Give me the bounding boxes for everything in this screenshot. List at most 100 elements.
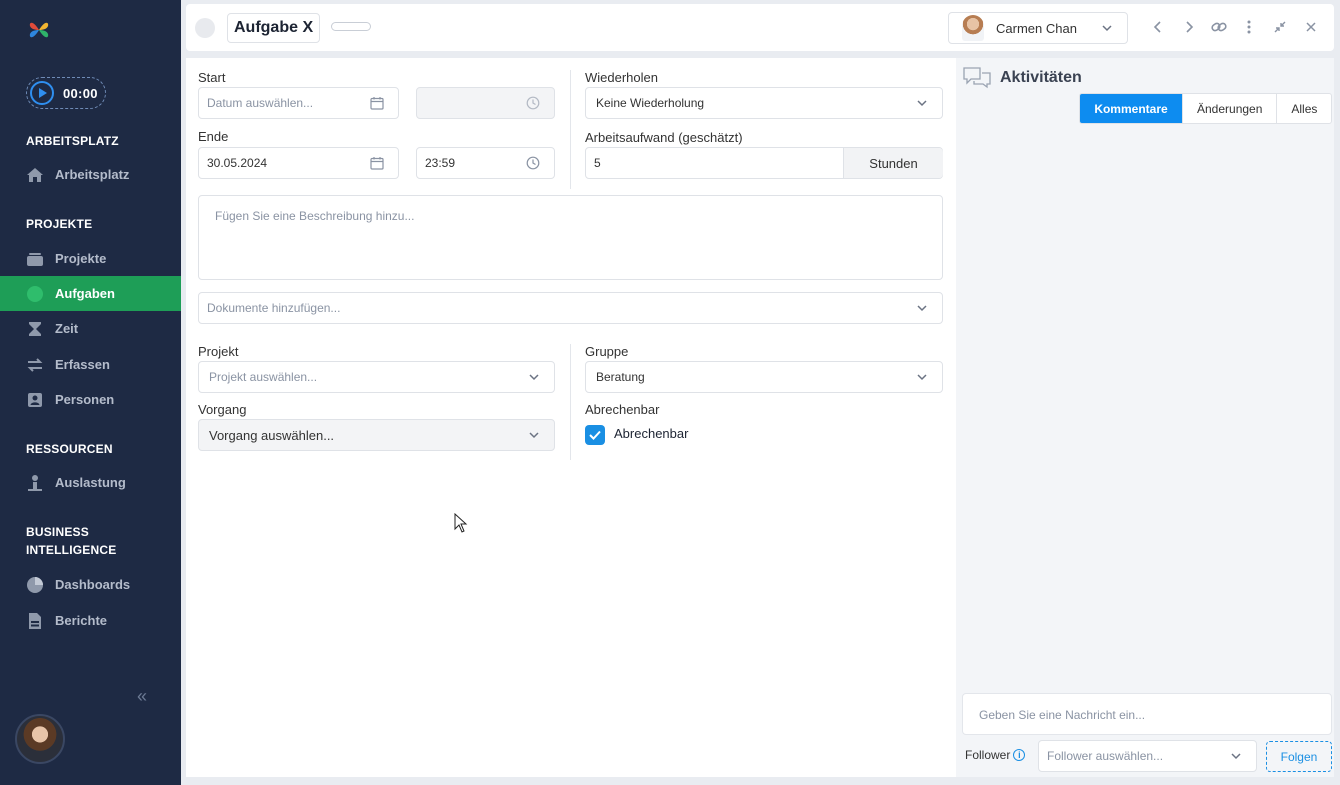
sidebar-item-auslastung[interactable]: Auslastung	[0, 465, 181, 500]
sidebar-item-label: Arbeitsplatz	[55, 167, 130, 182]
tasks-icon	[26, 285, 44, 303]
projects-icon	[26, 250, 44, 268]
group-value: Beratung	[596, 370, 645, 384]
sidebar-item-personen[interactable]: Personen	[0, 382, 181, 417]
follower-label: Follower	[965, 748, 1011, 762]
group-select[interactable]: Beratung	[585, 361, 943, 393]
previous-icon[interactable]	[1149, 18, 1167, 36]
effort-label: Arbeitsaufwand (geschätzt)	[585, 130, 743, 145]
process-select[interactable]: Vorgang auswählen...	[198, 419, 555, 451]
activity-tabs: Kommentare Änderungen Alles	[1079, 93, 1333, 124]
task-title-input[interactable]: Aufgabe X	[227, 13, 321, 43]
sidebar-item-arbeitsplatz[interactable]: Arbeitsplatz	[0, 157, 181, 192]
section-title-arbeitsplatz: ARBEITSPLATZ	[26, 134, 119, 148]
sidebar-item-zeit[interactable]: Zeit	[0, 311, 181, 346]
effort-unit: Stunden	[843, 148, 943, 178]
sidebar-item-dashboards[interactable]: Dashboards	[0, 567, 181, 602]
checkmark-icon	[589, 430, 601, 440]
tab-kommentare[interactable]: Kommentare	[1080, 94, 1182, 123]
tab-alles[interactable]: Alles	[1276, 94, 1331, 123]
description-textarea[interactable]: Fügen Sie eine Beschreibung hinzu...	[198, 195, 943, 280]
sidebar-item-erfassen[interactable]: Erfassen	[0, 347, 181, 382]
chevron-down-icon	[1231, 753, 1241, 760]
sidebar-item-label: Personen	[55, 392, 115, 407]
more-vertical-icon[interactable]	[1240, 18, 1258, 36]
end-date-field[interactable]: 30.05.2024	[198, 147, 399, 179]
column-divider	[570, 344, 571, 460]
time-tracker-timer[interactable]: 00:00	[26, 77, 106, 109]
pie-chart-icon	[26, 576, 44, 594]
effort-value: 5	[594, 156, 601, 170]
person-card-icon	[26, 391, 44, 409]
assignee-avatar	[962, 15, 984, 41]
sidebar-item-projekte[interactable]: Projekte	[0, 241, 181, 276]
follower-label-group: Follower i	[965, 748, 1026, 762]
home-icon	[26, 166, 44, 184]
sidebar-item-label: Projekte	[55, 251, 107, 266]
project-select[interactable]: Projekt auswählen...	[198, 361, 555, 393]
documents-placeholder: Dokumente hinzufügen...	[207, 301, 341, 315]
report-icon	[26, 612, 44, 630]
transfer-icon	[26, 356, 44, 374]
project-placeholder: Projekt auswählen...	[209, 370, 318, 384]
chevron-down-icon	[917, 305, 927, 312]
end-date-value: 30.05.2024	[207, 156, 268, 170]
mouse-cursor-icon	[454, 513, 468, 533]
sidebar-item-label: Zeit	[55, 321, 79, 336]
sidebar-item-berichte[interactable]: Berichte	[0, 603, 181, 638]
follow-button[interactable]: Folgen	[1266, 741, 1332, 772]
user-avatar[interactable]	[15, 714, 65, 764]
activity-header: Aktivitäten	[962, 66, 1082, 90]
assignee-select[interactable]: Carmen Chan	[948, 12, 1128, 44]
collapse-window-icon[interactable]	[1271, 18, 1289, 36]
next-icon[interactable]	[1180, 18, 1198, 36]
activity-panel: Aktivitäten Kommentare Änderungen Alles …	[956, 58, 1334, 777]
calendar-icon	[370, 157, 384, 170]
chevron-down-icon	[529, 374, 539, 381]
end-time-field[interactable]: 23:59	[416, 147, 555, 179]
end-label: Ende	[198, 129, 229, 144]
group-label: Gruppe	[585, 344, 629, 359]
start-label: Start	[198, 70, 226, 85]
process-label: Vorgang	[198, 402, 247, 417]
section-title-ressourcen: RESSOURCEN	[26, 442, 113, 456]
sidebar-item-label: Erfassen	[55, 357, 110, 372]
clock-icon	[526, 96, 540, 110]
process-placeholder: Vorgang auswählen...	[209, 427, 335, 443]
section-title-bi-1: BUSINESS	[26, 525, 89, 539]
info-icon[interactable]: i	[1013, 749, 1026, 761]
sidebar-item-aufgaben[interactable]: Aufgaben	[0, 276, 181, 311]
timer-value: 00:00	[63, 85, 98, 101]
assignee-name: Carmen Chan	[996, 20, 1077, 36]
follower-select[interactable]: Follower auswählen...	[1038, 740, 1257, 772]
repeat-value: Keine Wiederholung	[596, 96, 705, 110]
repeat-label: Wiederholen	[585, 70, 658, 85]
start-time-field	[416, 87, 555, 119]
link-icon[interactable]	[1210, 18, 1228, 36]
tab-aenderungen[interactable]: Änderungen	[1182, 94, 1276, 123]
task-header: Aufgabe X Carmen Chan	[186, 4, 1334, 51]
billable-checkbox[interactable]	[585, 425, 605, 445]
workload-icon	[26, 474, 44, 492]
clock-icon	[526, 156, 540, 170]
task-status-toggle[interactable]	[195, 18, 215, 38]
section-title-projekte: PROJEKTE	[26, 217, 93, 231]
chevron-down-icon	[529, 432, 539, 439]
start-date-field[interactable]: Datum auswählen...	[198, 87, 399, 119]
collapse-sidebar-icon[interactable]: «	[137, 686, 147, 707]
close-icon[interactable]	[1302, 18, 1320, 36]
repeat-select[interactable]: Keine Wiederholung	[585, 87, 943, 119]
billable-checkbox-label[interactable]: Abrechenbar	[614, 426, 688, 441]
sidebar: 00:00 ARBEITSPLATZ Arbeitsplatz PROJEKTE…	[0, 0, 181, 785]
task-form: Start Datum auswählen... Ende 30.05.2024…	[186, 58, 956, 777]
hourglass-icon	[26, 320, 44, 338]
activity-title: Aktivitäten	[1000, 69, 1082, 86]
sidebar-item-label: Dashboards	[55, 577, 131, 592]
documents-select[interactable]: Dokumente hinzufügen...	[198, 292, 943, 324]
message-input[interactable]: Geben Sie eine Nachricht ein...	[962, 693, 1332, 735]
app-logo[interactable]	[27, 18, 51, 42]
task-tag-pill[interactable]	[331, 22, 371, 31]
play-icon[interactable]	[30, 81, 54, 105]
billable-label: Abrechenbar	[585, 402, 660, 417]
sidebar-item-label: Auslastung	[55, 475, 126, 490]
